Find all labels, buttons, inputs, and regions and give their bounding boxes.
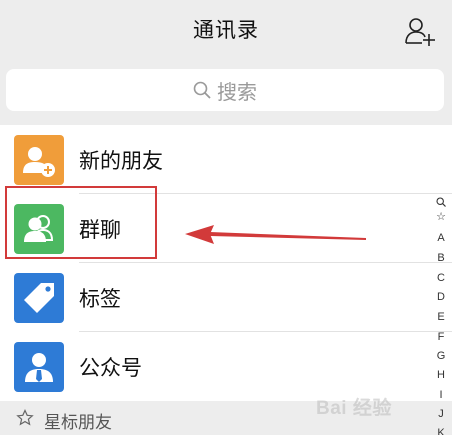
- index-letter[interactable]: H: [430, 369, 452, 381]
- annotation-highlight-box: [5, 186, 157, 259]
- index-letter[interactable]: A: [430, 232, 452, 244]
- section-label: 星标朋友: [44, 413, 112, 433]
- list-item-label: 公众号: [79, 356, 142, 380]
- index-letter[interactable]: C: [430, 272, 452, 284]
- search-icon: [193, 81, 211, 99]
- search-bar[interactable]: 搜索: [6, 69, 444, 111]
- header: 通讯录: [0, 0, 452, 60]
- list-item-tags[interactable]: 标签: [0, 263, 452, 332]
- annotation-arrow-icon: [185, 225, 366, 244]
- index-letter[interactable]: E: [430, 311, 452, 323]
- contacts-list: 新的朋友 群聊 标签 公众号: [0, 125, 452, 401]
- index-letter[interactable]: K: [430, 427, 452, 435]
- watermark-text: Bai 经验: [316, 398, 392, 419]
- page-title: 通讯录: [193, 18, 259, 42]
- index-search-icon[interactable]: [436, 197, 446, 207]
- list-item-new-friends[interactable]: 新的朋友: [0, 125, 452, 194]
- official-account-icon: [14, 342, 64, 392]
- index-letter[interactable]: B: [430, 252, 452, 264]
- star-icon: [16, 409, 34, 426]
- list-item-label: 新的朋友: [79, 149, 163, 173]
- index-letter[interactable]: G: [430, 350, 452, 362]
- add-contact-icon[interactable]: [404, 15, 436, 47]
- search-placeholder: 搜索: [217, 79, 257, 104]
- index-star[interactable]: ☆: [430, 210, 452, 223]
- contacts-screen: 通讯录 搜索 新的朋友 群聊 标签 公众号 星标朋友 ☆ A B C D E F…: [0, 0, 452, 435]
- list-item-label: 标签: [79, 287, 121, 311]
- watermark-logo: Bai 经验: [316, 391, 442, 419]
- new-friends-icon: [14, 135, 64, 185]
- index-letter[interactable]: F: [430, 331, 452, 343]
- index-letter[interactable]: D: [430, 291, 452, 303]
- tag-icon: [14, 273, 64, 323]
